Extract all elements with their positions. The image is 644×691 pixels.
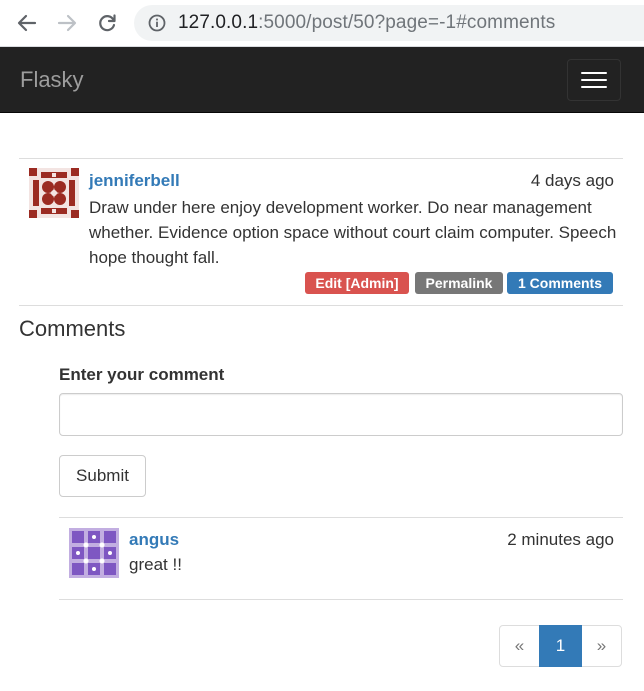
post-body: Draw under here enjoy development worker… <box>89 198 617 267</box>
comment-form-label: Enter your comment <box>59 365 225 384</box>
post-date: 4 days ago <box>530 171 614 190</box>
navbar-toggle-button[interactable] <box>567 59 621 101</box>
url-text[interactable]: 127.0.0.1:5000/post/50?page=-1#comments <box>178 12 555 34</box>
reload-icon <box>99 14 116 32</box>
pagination-page-1[interactable]: 1 <box>539 625 582 667</box>
url-host: 127.0.0.1 <box>178 12 259 33</box>
comment-top-divider <box>59 517 623 518</box>
post-author-avatar[interactable] <box>29 168 79 218</box>
forward-button[interactable] <box>54 10 80 36</box>
navbar: Flasky <box>0 47 644 113</box>
comment-author-link[interactable]: angus <box>129 529 179 551</box>
back-button[interactable] <box>14 10 40 36</box>
comment-author-avatar[interactable] <box>69 528 119 578</box>
arrow-left-icon <box>17 14 37 32</box>
navbar-brand[interactable]: Flasky <box>20 67 84 93</box>
reload-button[interactable] <box>94 10 120 36</box>
arrow-right-icon <box>57 14 77 32</box>
hamburger-icon <box>581 72 607 74</box>
pagination-prev[interactable]: « <box>499 625 540 667</box>
post-bottom-divider <box>19 305 623 306</box>
edit-admin-button[interactable]: Edit [Admin] <box>305 272 409 294</box>
comment-body: great !! <box>129 555 182 574</box>
comments-heading: Comments <box>19 316 126 341</box>
pagination: « 1 » <box>499 625 623 667</box>
submit-button[interactable]: Submit <box>59 455 146 497</box>
url-path: :5000/post/50?page=-1#comments <box>258 12 556 33</box>
pagination-next[interactable]: » <box>581 625 622 667</box>
hamburger-icon-bar <box>581 86 607 88</box>
post-author-link[interactable]: jenniferbell <box>89 170 180 192</box>
hamburger-icon-bar <box>581 79 607 81</box>
permalink-button[interactable]: Permalink <box>415 272 503 294</box>
comment-bottom-divider <box>59 599 623 600</box>
comments-count-button[interactable]: 1 Comments <box>507 272 613 294</box>
info-icon[interactable] <box>148 14 166 32</box>
comment-input[interactable] <box>59 393 623 436</box>
comment-date: 2 minutes ago <box>507 530 614 549</box>
address-bar[interactable]: 127.0.0.1:5000/post/50?page=-1#comments <box>134 5 644 41</box>
post-top-divider <box>19 158 623 159</box>
browser-toolbar: 127.0.0.1:5000/post/50?page=-1#comments <box>0 0 644 47</box>
